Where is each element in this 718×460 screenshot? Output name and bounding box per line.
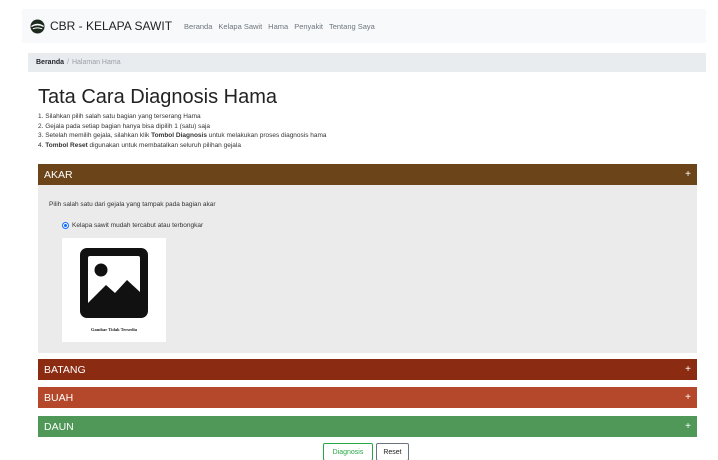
symptom-option-label: Kelapa sawit mudah tercabut atau terbong…: [72, 222, 204, 229]
panel-header-daun[interactable]: DAUN +: [38, 416, 697, 437]
symptom-radio[interactable]: [62, 222, 69, 229]
panel-body-akar: Pilih salah satu dari gejala yang tampak…: [38, 185, 697, 353]
brand-text: CBR - KELAPA SAWIT: [50, 19, 173, 33]
nav-link-hama[interactable]: Hama: [268, 22, 288, 31]
symptom-prompt: Pilih salah satu dari gejala yang tampak…: [49, 201, 216, 208]
diagnosis-button[interactable]: Diagnosis: [323, 443, 373, 460]
expand-plus-icon[interactable]: +: [685, 421, 691, 432]
brand[interactable]: CBR - KELAPA SAWIT: [30, 18, 173, 34]
image-caption: Gambar Tidak Tersedia: [90, 327, 137, 332]
expand-plus-icon[interactable]: +: [685, 392, 691, 403]
navbar: CBR - KELAPA SAWIT Beranda Kelapa Sawit …: [22, 9, 706, 43]
panel-title-buah: BUAH: [44, 391, 74, 404]
expand-plus-icon[interactable]: +: [685, 364, 691, 375]
reset-button[interactable]: Reset: [376, 443, 409, 460]
breadcrumb-separator: /: [67, 59, 69, 66]
nav-link-penyakit[interactable]: Penyakit: [294, 22, 323, 31]
instruction-item: 2. Gejala pada setiap bagian hanya bisa …: [38, 122, 211, 130]
nav-links: Beranda Kelapa Sawit Hama Penyakit Tenta…: [184, 22, 375, 31]
symptom-option[interactable]: Kelapa sawit mudah tercabut atau terbong…: [62, 222, 203, 229]
palm-oil-logo-icon: [30, 18, 45, 34]
expand-plus-icon[interactable]: +: [685, 169, 691, 180]
panel-header-akar[interactable]: AKAR +: [38, 164, 697, 185]
symptom-image: Gambar Tidak Tersedia: [62, 238, 166, 342]
panel-title-batang: BATANG: [44, 363, 86, 376]
instruction-item: 1. Silahkan pilih salah satu bagian yang…: [38, 113, 201, 120]
panel-header-batang[interactable]: BATANG +: [38, 359, 697, 380]
nav-link-tentang-saya[interactable]: Tentang Saya: [329, 22, 375, 31]
panel-header-buah[interactable]: BUAH +: [38, 387, 697, 408]
nav-link-beranda[interactable]: Beranda: [184, 22, 212, 31]
image-placeholder-icon: [80, 248, 148, 318]
page-title: Tata Cara Diagnosis Hama: [38, 86, 277, 108]
panel-title-akar: AKAR: [44, 168, 73, 181]
breadcrumb-home[interactable]: Beranda: [36, 59, 64, 66]
breadcrumb: Beranda / Halaman Hama: [28, 53, 706, 72]
instructions-list: 1. Silahkan pilih salah satu bagian yang…: [38, 112, 327, 150]
nav-link-kelapa-sawit[interactable]: Kelapa Sawit: [218, 22, 262, 31]
instruction-item: 3. Setelah memilih gejala, silahkan klik…: [38, 132, 327, 139]
breadcrumb-current: Halaman Hama: [71, 59, 121, 66]
panel-title-daun: DAUN: [44, 420, 74, 433]
instruction-item: 4. Tombol Reset digunakan untuk membatal…: [38, 141, 241, 149]
